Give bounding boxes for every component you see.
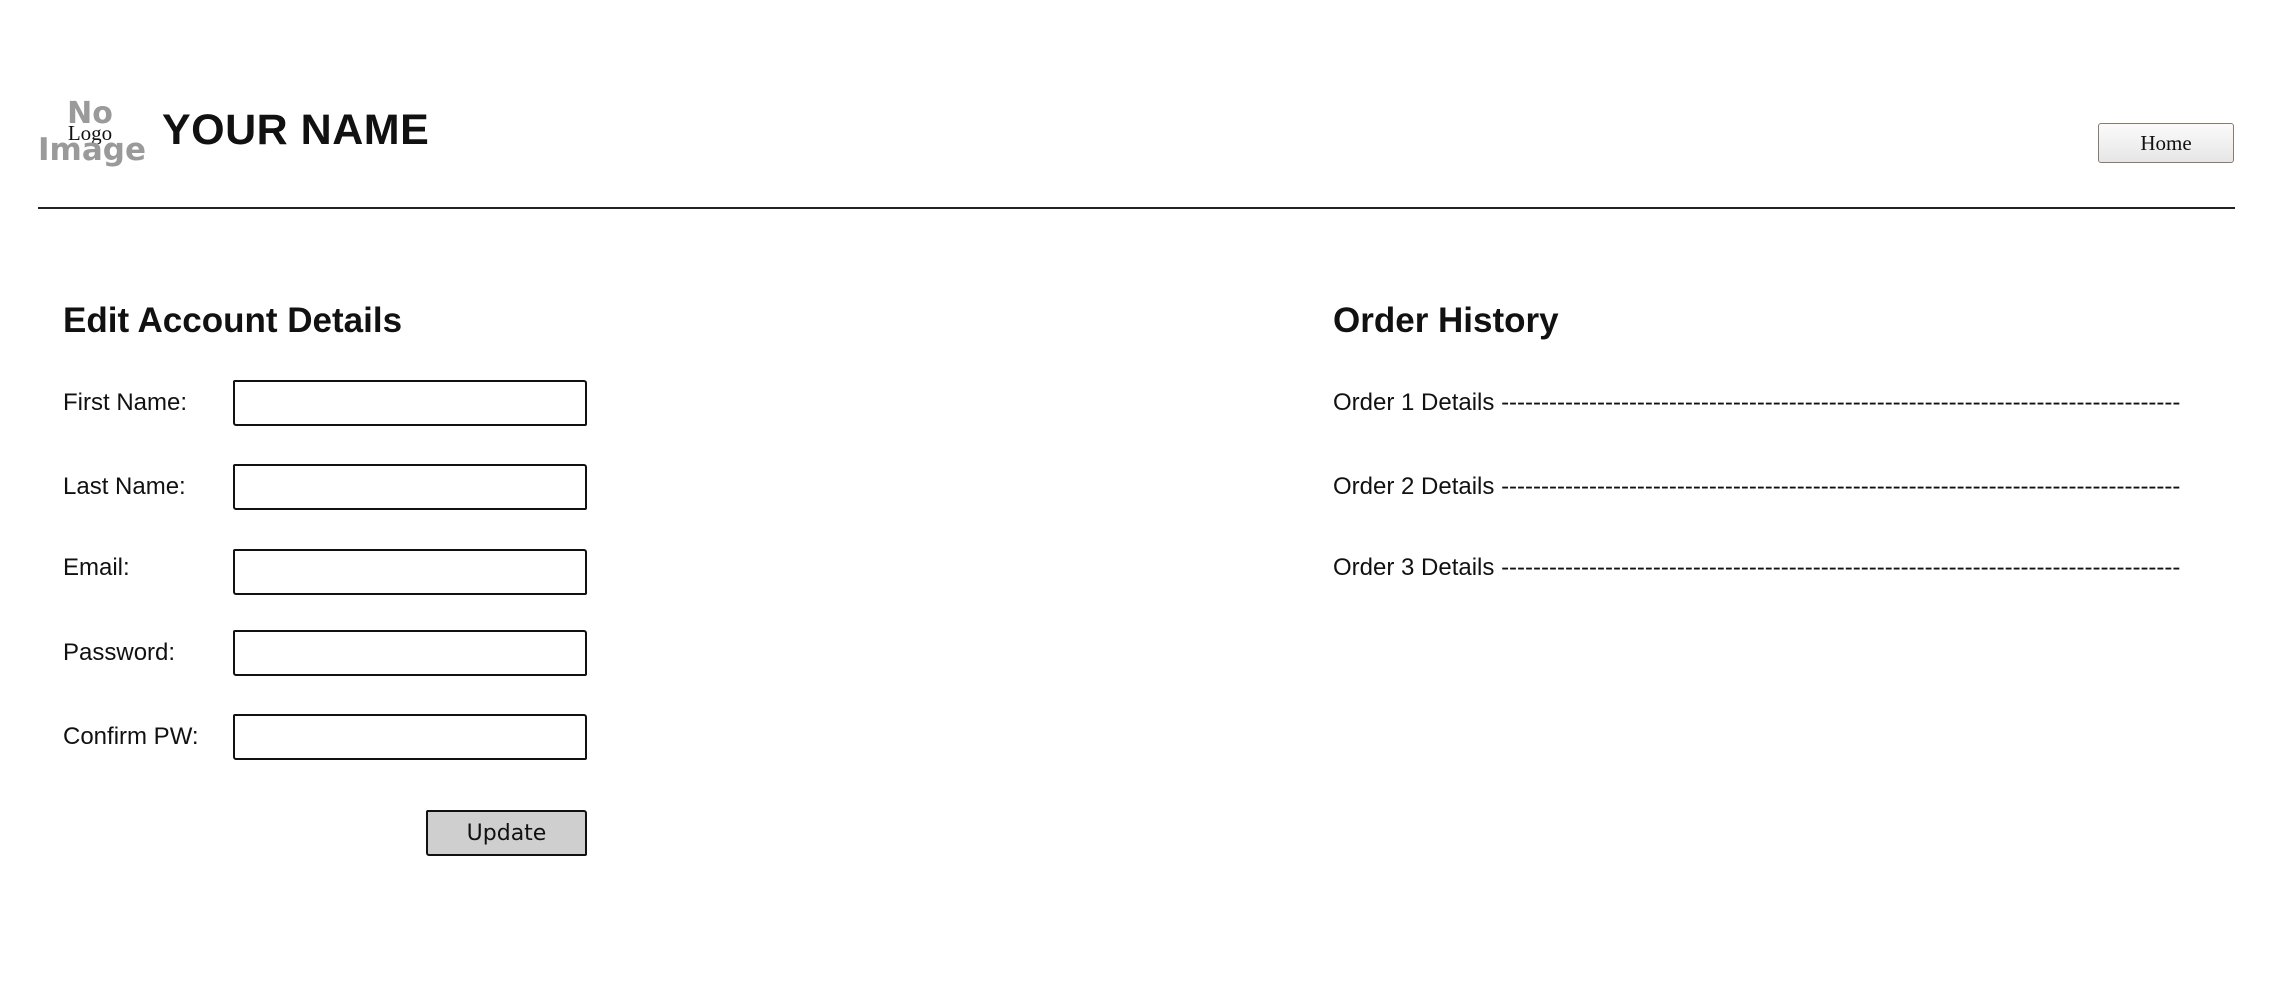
header-divider — [38, 207, 2235, 209]
order-row[interactable]: Order 3 Details ------------------------… — [1333, 554, 2180, 582]
order-label: Order 3 Details — [1333, 554, 1495, 581]
password-label: Password: — [63, 639, 176, 666]
logo-image-text: Image — [38, 132, 146, 168]
edit-account-heading: Edit Account Details — [63, 301, 403, 340]
order-dashes: ----------------------------------------… — [1501, 554, 2181, 581]
site-name: YOUR NAME — [162, 106, 430, 154]
password-field[interactable] — [233, 630, 587, 676]
order-row[interactable]: Order 2 Details ------------------------… — [1333, 473, 2180, 501]
confirm-password-field[interactable] — [233, 714, 587, 760]
order-dashes: ----------------------------------------… — [1501, 473, 2181, 500]
order-dashes: ----------------------------------------… — [1501, 389, 2181, 416]
first-name-label: First Name: — [63, 389, 188, 416]
order-row[interactable]: Order 1 Details ------------------------… — [1333, 389, 2180, 417]
first-name-field[interactable] — [233, 380, 587, 426]
last-name-label: Last Name: — [63, 473, 186, 500]
home-button[interactable]: Home — [2098, 123, 2234, 163]
last-name-field[interactable] — [233, 464, 587, 510]
order-history-heading: Order History — [1333, 301, 1559, 340]
order-label: Order 2 Details — [1333, 473, 1495, 500]
order-label: Order 1 Details — [1333, 389, 1495, 416]
confirm-password-label: Confirm PW: — [63, 723, 199, 750]
update-button[interactable]: Update — [426, 810, 587, 856]
email-field[interactable] — [233, 549, 587, 595]
logo-placeholder: No Logo Image — [38, 96, 146, 174]
account-page: No Logo Image YOUR NAME Home Edit Accoun… — [0, 0, 2276, 992]
email-label: Email: — [63, 554, 130, 581]
